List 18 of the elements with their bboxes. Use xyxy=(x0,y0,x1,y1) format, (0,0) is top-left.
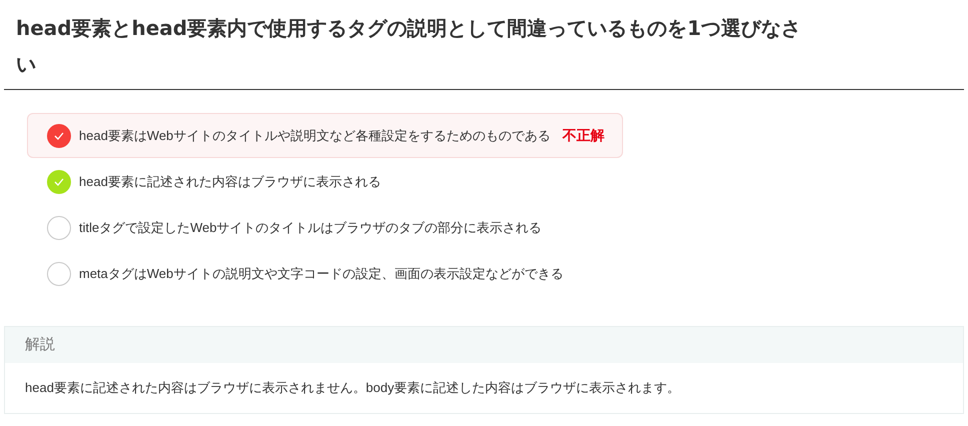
check-icon xyxy=(54,178,64,186)
answer-option[interactable]: head要素はWebサイトのタイトルや説明文など各種設定をするためのものである 不正解 xyxy=(27,113,624,158)
answer-option[interactable]: titleタグで設定したWebサイトのタイトルはブラウザのタブの部分に表示される xyxy=(27,205,561,250)
answer-option[interactable]: head要素に記述された内容はブラウザに表示される xyxy=(27,159,400,204)
option-text: head要素に記述された内容はブラウザに表示される xyxy=(79,172,381,191)
option-text: metaタグはWebサイトの説明文や文字コードの設定、画面の表示設定などができる xyxy=(79,264,564,283)
answer-radio[interactable] xyxy=(47,262,71,286)
explanation-text: head要素に記述された内容はブラウザに表示されません。body要素に記述した内容はブラウザに表示されます。 xyxy=(24,379,682,397)
answer-radio[interactable] xyxy=(47,216,71,240)
explanation-heading: 解説 xyxy=(25,334,55,355)
question-title: head要素とhead要素内で使用するタグの説明として間違っているものを1つ選びなさい xyxy=(16,15,802,78)
answer-radio[interactable] xyxy=(47,124,71,148)
option-text: titleタグで設定したWebサイトのタイトルはブラウザのタブの部分に表示される xyxy=(79,218,542,237)
result-label: 不正解 xyxy=(562,126,604,145)
answer-radio[interactable] xyxy=(47,170,71,194)
check-icon xyxy=(54,132,64,140)
option-text: head要素はWebサイトのタイトルや説明文など各種設定をするためのものである xyxy=(79,126,550,145)
answer-option[interactable]: metaタグはWebサイトの説明文や文字コードの設定、画面の表示設定などができる xyxy=(27,251,582,296)
